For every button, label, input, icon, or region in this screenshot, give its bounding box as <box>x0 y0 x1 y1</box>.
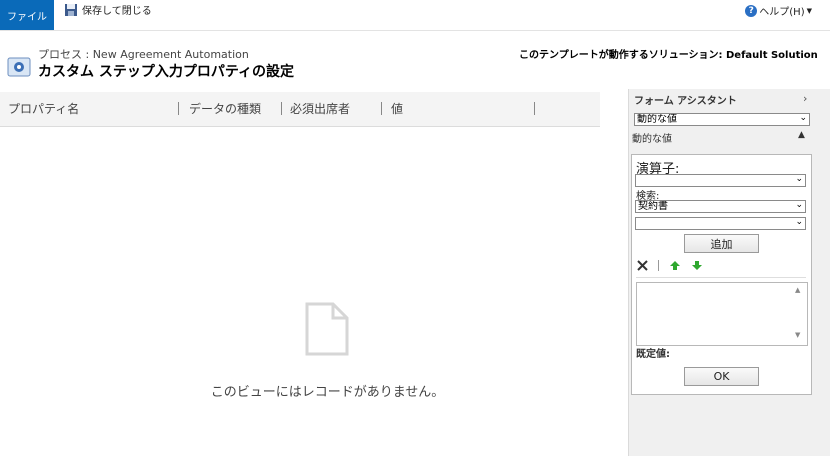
dynamic-value-dropdown[interactable]: 動的な値 <box>634 113 810 126</box>
value-toolbar <box>637 260 703 271</box>
default-value-label: 既定値: <box>636 349 670 360</box>
column-separator[interactable] <box>534 102 535 115</box>
search-entity-dropdown[interactable]: 契約書 <box>635 200 806 213</box>
solution-info: このテンプレートが動作するソリューション: Default Solution <box>519 50 818 61</box>
delete-icon[interactable] <box>637 260 648 271</box>
dynamic-value-list[interactable] <box>636 282 808 346</box>
ok-button[interactable]: OK <box>684 367 759 386</box>
process-icon <box>7 57 31 77</box>
save-close-label: 保存して閉じる <box>82 6 152 17</box>
page-title: カスタム ステップ入力プロパティの設定 <box>38 64 295 80</box>
column-separator[interactable] <box>381 102 382 115</box>
empty-document-icon <box>305 302 349 356</box>
dynamic-value-label: 動的な値 <box>632 134 672 145</box>
save-icon <box>65 3 77 16</box>
chevron-down-icon: ▼ <box>806 6 812 15</box>
help-button[interactable]: ? ヘルプ(H) ▼ <box>745 3 812 18</box>
column-header-required[interactable]: 必須出席者 <box>290 92 350 126</box>
search-entity-select[interactable]: 契約書 ⌄ <box>635 199 806 213</box>
dynamic-value-select[interactable]: 動的な値 ⌄ <box>634 112 810 126</box>
file-tab[interactable]: ファイル <box>0 0 54 30</box>
chevron-right-icon[interactable]: › <box>803 92 807 105</box>
grid-header: プロパティ名 データの種類 必須出席者 値 <box>0 92 600 127</box>
field-select[interactable]: ⌄ <box>635 216 806 230</box>
empty-message: このビューにはレコードがありません。 <box>210 385 445 400</box>
column-separator[interactable] <box>178 102 179 115</box>
scroll-down-icon[interactable]: ▼ <box>795 331 800 339</box>
divider <box>636 277 806 278</box>
save-close-button[interactable]: 保存して閉じる <box>64 2 152 17</box>
add-button[interactable]: 追加 <box>684 234 759 253</box>
column-header-property-name[interactable]: プロパティ名 <box>8 92 79 126</box>
column-separator[interactable] <box>281 102 282 115</box>
collapse-icon[interactable]: ▲ <box>798 130 805 140</box>
toolbar-separator <box>658 260 659 271</box>
move-up-icon[interactable] <box>669 260 681 271</box>
operator-dropdown[interactable] <box>635 174 806 187</box>
help-label: ヘルプ(H) <box>759 7 805 18</box>
help-icon: ? <box>745 4 758 17</box>
operator-select[interactable]: ⌄ <box>635 173 806 187</box>
scroll-up-icon[interactable]: ▲ <box>795 286 800 294</box>
field-dropdown[interactable] <box>635 217 806 230</box>
column-header-value[interactable]: 値 <box>391 92 403 126</box>
breadcrumb: プロセス : New Agreement Automation <box>38 48 249 61</box>
column-header-data-type[interactable]: データの種類 <box>189 92 261 126</box>
move-down-icon[interactable] <box>691 260 703 271</box>
form-assistant-title: フォーム アシスタント <box>634 96 737 107</box>
